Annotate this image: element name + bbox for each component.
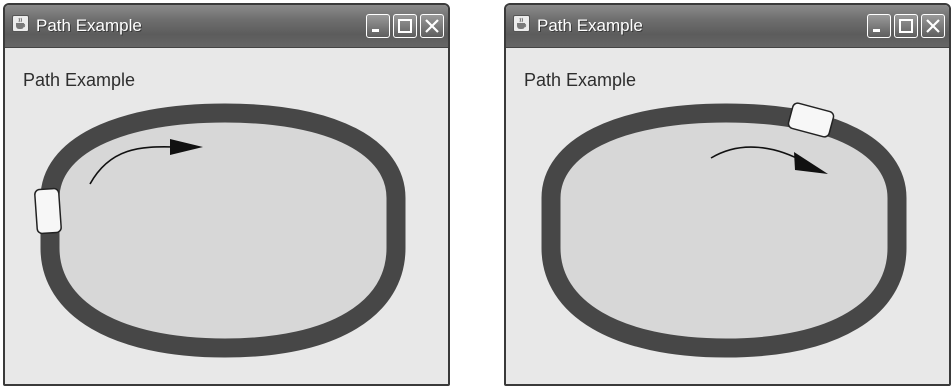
close-icon [425,19,439,33]
path-scene [541,102,907,358]
maximize-icon [899,19,913,33]
title-bar[interactable]: Path Example [5,5,448,48]
moving-car [34,187,62,235]
window-title: Path Example [537,16,643,35]
content-panel: Path Example [506,48,949,384]
minimize-button[interactable] [867,14,891,38]
minimize-icon [873,29,880,32]
title-bar[interactable]: Path Example [506,5,949,48]
java-coffee-cup-icon[interactable] [12,15,29,32]
path-example-window-left[interactable]: Path Example Path Example [3,3,450,386]
window-title: Path Example [36,16,142,35]
oval-track [541,103,907,358]
close-button[interactable] [420,14,444,38]
close-icon [926,19,940,33]
maximize-icon [398,19,412,33]
minimize-icon [372,29,379,32]
content-panel: Path Example [5,48,448,384]
path-example-window-right[interactable]: Path Example Path Example [504,3,951,386]
oval-track [40,103,406,358]
maximize-button[interactable] [894,14,918,38]
maximize-button[interactable] [393,14,417,38]
path-scene [34,103,406,358]
java-coffee-cup-icon[interactable] [513,15,530,32]
minimize-button[interactable] [366,14,390,38]
close-button[interactable] [921,14,945,38]
